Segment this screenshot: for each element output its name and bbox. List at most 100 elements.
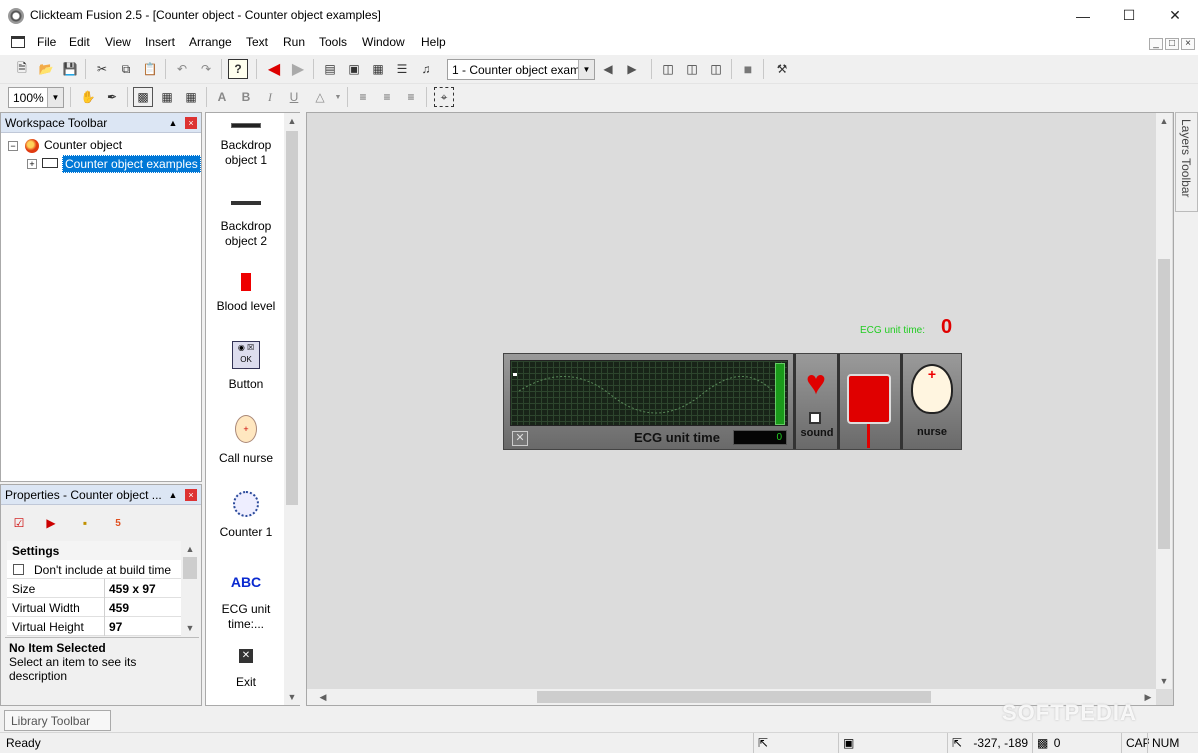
storyboard-icon[interactable]: ▤ — [320, 59, 340, 79]
object-item[interactable]: Backdrop object 1 — [206, 123, 286, 168]
menu-window[interactable]: Window — [362, 35, 405, 49]
undo-icon[interactable]: ↶ — [172, 59, 192, 79]
copy-icon[interactable]: ⧉ — [116, 59, 136, 79]
align-center-icon[interactable]: ≡ — [377, 87, 397, 107]
scroll-down-icon[interactable]: ▼ — [182, 620, 198, 636]
scroll-up-icon[interactable]: ▲ — [284, 113, 300, 129]
fit-frame-icon[interactable]: ⌖ — [434, 87, 454, 107]
grid-setup-icon[interactable]: ▦ — [157, 87, 177, 107]
cut-icon[interactable]: ✂ — [92, 59, 112, 79]
frame-select[interactable]: 1 - Counter object exam ▼ — [447, 59, 595, 80]
chevron-down-icon[interactable]: ▼ — [578, 60, 594, 79]
object-item[interactable]: ABC ECG unit time:... — [206, 575, 286, 632]
tree-child-label[interactable]: Counter object examples — [62, 155, 201, 173]
ecg-game-panel[interactable]: ✕ ECG unit time 0 ♥ sound + nurse — [503, 353, 962, 450]
scroll-left-icon[interactable]: ◀ — [315, 689, 331, 705]
show-grid-icon[interactable]: ▩ — [133, 87, 153, 107]
close-icon[interactable]: × — [185, 117, 197, 129]
bold-icon[interactable]: B — [236, 87, 256, 107]
scroll-down-icon[interactable]: ▼ — [284, 689, 300, 705]
settings-tab-icon[interactable]: ☑ — [9, 513, 29, 533]
forward-record-icon[interactable]: ▶ — [288, 59, 308, 79]
runtime-tab-icon[interactable]: ▶ — [41, 513, 61, 533]
pen-tool-icon[interactable]: ✒ — [102, 87, 122, 107]
menu-run[interactable]: Run — [283, 35, 305, 49]
exit-icon[interactable]: ✕ — [512, 431, 528, 446]
collapse-icon[interactable]: − — [8, 141, 18, 151]
align-left-icon[interactable]: ≡ — [353, 87, 373, 107]
pin-icon[interactable]: ▲ — [167, 117, 179, 129]
stop-icon[interactable]: ■ — [738, 59, 758, 79]
frame-editor-icon[interactable]: ▣ — [344, 59, 364, 79]
object-item[interactable]: ◉ ☒ OK Button — [206, 341, 286, 392]
event-list-icon[interactable]: ☰ — [392, 59, 412, 79]
close-icon[interactable]: ✕ — [1152, 0, 1198, 31]
menu-help[interactable]: Help — [421, 35, 446, 49]
help-icon[interactable]: ? — [228, 59, 248, 79]
menu-view[interactable]: View — [105, 35, 131, 49]
close-icon[interactable]: × — [185, 489, 197, 501]
align-right-icon[interactable]: ≡ — [401, 87, 421, 107]
data-elements-icon[interactable]: ♫ — [416, 59, 436, 79]
object-item[interactable]: Backdrop object 2 — [206, 201, 286, 249]
properties-scrollbar[interactable]: ▲ ▼ — [182, 541, 198, 636]
back-record-icon[interactable]: ◀ — [264, 59, 284, 79]
nurse-icon[interactable]: + — [911, 364, 953, 414]
previous-frame-icon[interactable]: ◀ — [598, 59, 618, 79]
build-icon[interactable]: ⚒ — [772, 59, 792, 79]
underline-icon[interactable]: U — [284, 87, 304, 107]
chevron-down-icon[interactable]: ▼ — [328, 87, 348, 107]
hand-tool-icon[interactable]: ✋ — [78, 87, 98, 107]
editor-vscroll[interactable]: ▲ ▼ — [1156, 113, 1172, 689]
object-list-scrollbar[interactable]: ▲ ▼ — [284, 113, 300, 705]
library-toolbar-tab[interactable]: Library Toolbar — [4, 710, 111, 731]
run-application-icon[interactable]: ◫ — [658, 59, 678, 79]
new-file-icon[interactable]: 🗎 — [12, 59, 32, 79]
snap-to-grid-icon[interactable]: ▦ — [181, 87, 201, 107]
expand-icon[interactable]: + — [27, 159, 37, 169]
build-checkbox[interactable] — [13, 564, 24, 575]
app-menu-icon[interactable] — [11, 36, 25, 48]
layers-toolbar-tab[interactable]: Layers Toolbar — [1175, 112, 1198, 212]
frame-editor[interactable]: ECG unit time: 0 ✕ ECG unit time 0 ♥ sou… — [306, 112, 1174, 706]
mdi-restore-icon[interactable]: □ — [1165, 38, 1179, 50]
prop-row[interactable]: Virtual Width 459 — [7, 598, 181, 617]
mdi-minimize-icon[interactable]: _ — [1149, 38, 1163, 50]
menu-arrange[interactable]: Arrange — [189, 35, 232, 49]
open-folder-icon[interactable]: 📂 — [36, 59, 56, 79]
run-frame-icon[interactable]: ◫ — [682, 59, 702, 79]
object-item[interactable]: + Call nurse — [206, 415, 286, 466]
prop-row[interactable]: Virtual Height 97 — [7, 617, 181, 636]
scroll-right-icon[interactable]: ▶ — [1140, 689, 1156, 705]
object-item[interactable]: Counter 1 — [206, 491, 286, 540]
scroll-up-icon[interactable]: ▲ — [182, 541, 198, 557]
object-item[interactable]: Blood level — [206, 269, 286, 314]
prop-row[interactable]: Size 459 x 97 — [7, 579, 181, 598]
minimize-icon[interactable]: — — [1060, 0, 1106, 31]
menu-tools[interactable]: Tools — [319, 35, 347, 49]
menu-edit[interactable]: Edit — [69, 35, 90, 49]
include-build-row[interactable]: Don't include at build time — [7, 560, 181, 579]
menu-text[interactable]: Text — [246, 35, 268, 49]
events-tab-icon[interactable]: ▪ — [75, 513, 95, 533]
object-item[interactable]: ✕ Exit — [206, 649, 286, 690]
redo-icon[interactable]: ↷ — [196, 59, 216, 79]
next-frame-icon[interactable]: ▶ — [622, 59, 642, 79]
font-icon[interactable]: A — [212, 87, 232, 107]
run-web-icon[interactable]: ◫ — [706, 59, 726, 79]
scroll-up-icon[interactable]: ▲ — [1156, 113, 1172, 129]
maximize-icon[interactable]: ☐ — [1106, 0, 1152, 31]
scroll-down-icon[interactable]: ▼ — [1156, 673, 1172, 689]
italic-icon[interactable]: I — [260, 87, 280, 107]
chevron-down-icon[interactable]: ▼ — [47, 88, 63, 107]
mdi-close-icon[interactable]: × — [1181, 38, 1195, 50]
html5-tab-icon[interactable]: 5 — [108, 513, 128, 533]
tree-root-label[interactable]: Counter object — [44, 138, 122, 152]
fill-color-icon[interactable]: △ — [310, 87, 330, 107]
save-icon[interactable]: 💾 — [60, 59, 80, 79]
zoom-select[interactable]: 100% ▼ — [8, 87, 64, 108]
event-editor-icon[interactable]: ▦ — [368, 59, 388, 79]
pin-icon[interactable]: ▲ — [167, 489, 179, 501]
paste-icon[interactable]: 📋 — [140, 59, 160, 79]
menu-file[interactable]: File — [37, 35, 56, 49]
